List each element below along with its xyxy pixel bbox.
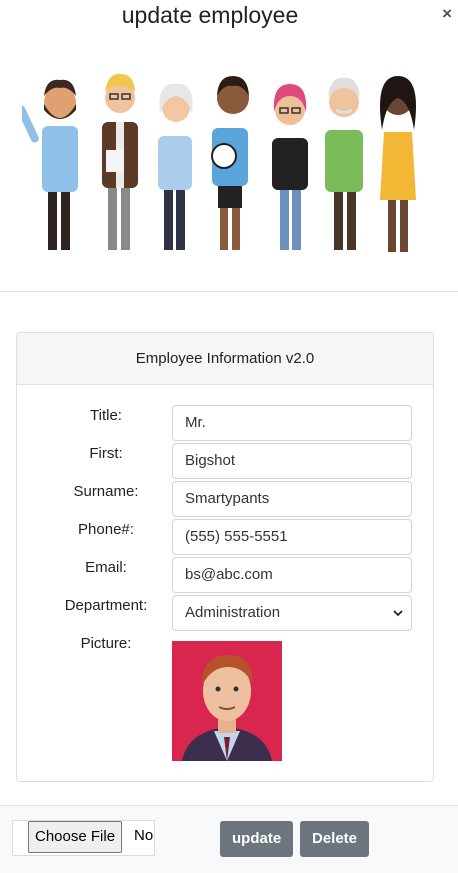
file-input[interactable]: Choose File No file chosen [12,820,155,856]
email-label: Email: [85,559,127,576]
dialog-title: update employee [121,2,299,28]
department-value: Administration [185,604,281,621]
team-illustration [22,73,416,252]
phone-label: Phone#: [78,521,134,538]
phone-input[interactable]: (555) 555-5551 [172,519,412,555]
title-row: Title: Mr. [17,405,433,441]
surname-label: Surname: [73,483,139,500]
first-name-input[interactable]: Bigshot [172,443,412,479]
surname-input[interactable]: Smartypants [172,481,412,517]
title-input[interactable]: Mr. [172,405,412,441]
update-button[interactable]: update [220,821,294,857]
chevron-down-icon [393,610,403,617]
surname-row: Surname: Smartypants [17,481,433,517]
delete-button[interactable]: Delete [300,821,370,857]
employee-card: Employee Information v2.0 Title: Mr. Fir… [16,332,434,782]
choose-file-button[interactable]: Choose File [28,821,123,853]
close-icon[interactable]: × [442,4,452,24]
first-row: First: Bigshot [17,443,433,479]
phone-row: Phone#: (555) 555-5551 [17,519,433,555]
first-label: First: [89,445,123,462]
file-status-text: No file chosen [134,827,154,844]
picture-label: Picture: [80,635,132,652]
department-label: Department: [64,597,148,614]
dialog-footer: Choose File No file chosen update Delete [0,805,458,873]
employee-portrait [172,641,282,761]
department-select[interactable]: Administration [172,595,412,631]
department-row: Department: Administration [17,595,433,631]
header-separator [0,291,458,292]
email-row: Email: bs@abc.com [17,557,433,593]
email-input[interactable]: bs@abc.com [172,557,412,593]
title-label: Title: [90,407,122,424]
card-header: Employee Information v2.0 [17,333,433,385]
